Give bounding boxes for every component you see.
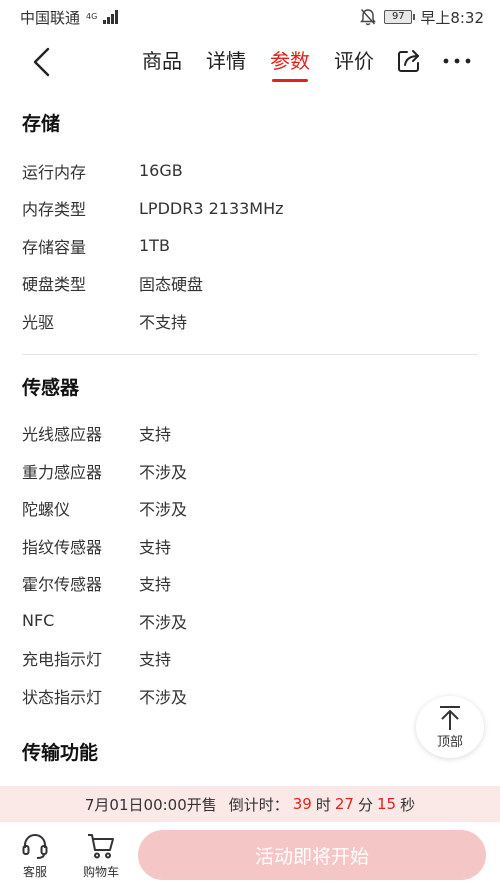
spec-value: 不支持 — [139, 312, 188, 332]
tab-bar: 商品 详情 参数 评价 — [130, 34, 386, 90]
sale-start-text: 7月01日00:00开售 — [84, 795, 217, 814]
mute-bell-icon — [360, 9, 377, 26]
tab-product[interactable]: 商品 — [130, 34, 194, 90]
spec-label: 运行内存 — [22, 162, 87, 182]
clock: 早上8:32 — [420, 8, 484, 27]
spec-value: 不涉及 — [139, 612, 188, 632]
spec-label: 霍尔传感器 — [22, 575, 103, 595]
spec-value: 支持 — [139, 537, 172, 557]
spec-value: 固态硬盘 — [139, 275, 204, 295]
back-to-top-label: 顶部 — [436, 734, 463, 750]
cart-label: 购物车 — [82, 864, 119, 879]
headset-icon — [22, 833, 48, 859]
spec-label: 指纹传感器 — [22, 537, 103, 557]
back-to-top-button[interactable]: 顶部 — [416, 696, 484, 758]
tab-detail[interactable]: 详情 — [194, 34, 258, 90]
spec-label: 充电指示灯 — [22, 650, 103, 670]
section-title: 传感器 — [22, 376, 80, 399]
spec-value: LPDDR3 2133MHz — [139, 198, 284, 218]
customer-service-label: 客服 — [22, 864, 47, 879]
spec-row: 状态指示灯 不涉及 — [22, 677, 478, 715]
status-left: 中国联通 4G — [20, 7, 119, 28]
arrow-up-icon — [440, 705, 460, 730]
countdown-seconds: 15 — [376, 795, 397, 813]
tab-params[interactable]: 参数 — [258, 34, 322, 90]
spec-row: 硬盘类型 固态硬盘 — [22, 265, 478, 303]
spec-value: 1TB — [139, 236, 170, 256]
section-sensors: 传感器 光线感应器 支持 重力感应器 不涉及 陀螺仪 不涉及 指纹传感器 支持 霍尔传感… — [0, 355, 500, 715]
spec-value: 支持 — [139, 425, 172, 445]
signal-icon — [103, 10, 119, 24]
spec-value: 不涉及 — [139, 687, 188, 707]
section-title: 存储 — [22, 113, 61, 135]
cart-icon — [88, 833, 114, 858]
status-bar: 中国联通 4G 97 早上8:32 — [0, 0, 500, 34]
spec-label: 陀螺仪 — [22, 500, 71, 520]
tab-reviews[interactable]: 评价 — [322, 34, 386, 90]
carrier-name: 中国联通 — [20, 8, 81, 27]
spec-row: 内存类型 LPDDR3 2133MHz — [22, 190, 478, 228]
sale-countdown-bar: 7月01日00:00开售 倒计时： 39 时 27 分 15 秒 — [0, 786, 500, 822]
spec-label: 光驱 — [22, 312, 55, 332]
network-type: 4G — [86, 12, 98, 21]
status-right: 97 早上8:32 — [360, 7, 484, 28]
spec-label: 重力感应器 — [22, 462, 103, 482]
spec-row: 光线感应器 支持 — [22, 415, 478, 453]
countdown-hours-unit: 时 — [315, 795, 331, 814]
back-arrow-icon[interactable] — [28, 46, 56, 78]
bottom-action-bar: 客服 购物车 活动即将开始 — [0, 822, 500, 888]
spec-row: 存储容量 1TB — [22, 227, 478, 265]
spec-row: NFC 不涉及 — [22, 602, 478, 640]
spec-value: 不涉及 — [139, 462, 188, 482]
spec-label: 状态指示灯 — [22, 687, 103, 707]
countdown-label: 倒计时： — [228, 795, 289, 814]
spec-value: 不涉及 — [139, 500, 188, 520]
spec-row: 运行内存 16GB — [22, 152, 478, 190]
spec-label: NFC — [22, 611, 55, 631]
spec-row: 光驱 不支持 — [22, 302, 478, 340]
spec-value: 支持 — [139, 650, 172, 670]
share-icon[interactable] — [396, 48, 422, 74]
spec-label: 光线感应器 — [22, 425, 103, 445]
spec-value: 16GB — [139, 161, 183, 181]
top-nav: 商品 详情 参数 评价 — [0, 34, 500, 90]
spec-row: 充电指示灯 支持 — [22, 640, 478, 678]
battery-icon: 97 — [384, 10, 416, 24]
section-title: 传输功能 — [22, 741, 99, 764]
activity-coming-button[interactable]: 活动即将开始 — [138, 830, 486, 880]
spec-value: 支持 — [139, 575, 172, 595]
spec-label: 内存类型 — [22, 200, 87, 220]
spec-row: 霍尔传感器 支持 — [22, 565, 478, 603]
countdown-seconds-unit: 秒 — [400, 795, 416, 814]
more-icon[interactable] — [440, 48, 474, 74]
customer-service-button[interactable]: 客服 — [2, 831, 68, 880]
spec-label: 存储容量 — [22, 237, 87, 257]
countdown-minutes-unit: 分 — [357, 795, 373, 814]
countdown-hours: 39 — [292, 795, 312, 813]
section-storage: 存储 运行内存 16GB 内存类型 LPDDR3 2133MHz 存储容量 1TB 硬… — [0, 96, 500, 340]
cart-button[interactable]: 购物车 — [68, 831, 134, 880]
spec-row: 重力感应器 不涉及 — [22, 452, 478, 490]
spec-label: 硬盘类型 — [22, 275, 87, 295]
spec-content: 存储 运行内存 16GB 内存类型 LPDDR3 2133MHz 存储容量 1TB 硬… — [0, 96, 500, 781]
spec-row: 指纹传感器 支持 — [22, 527, 478, 565]
countdown-minutes: 27 — [334, 795, 354, 813]
spec-row: 陀螺仪 不涉及 — [22, 490, 478, 528]
